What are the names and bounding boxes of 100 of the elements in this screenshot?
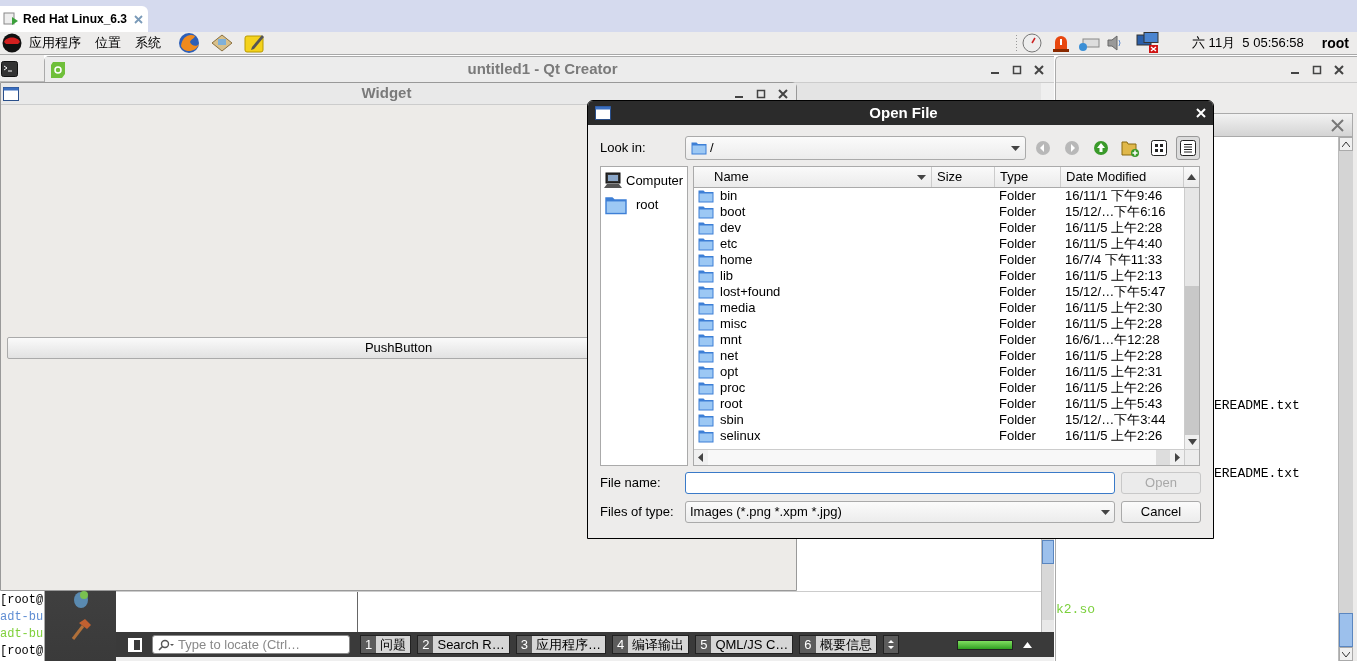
scroll-up-icon[interactable] (1342, 141, 1350, 147)
terminal-line: adt-bu (0, 626, 44, 643)
table-cell-text: 15/12/…下午3:44 (1064, 411, 1167, 429)
folder-icon (698, 221, 714, 235)
table-cell-text: 16/11/5 上午2:26 (1064, 379, 1164, 397)
terminal-line: [root@ (0, 592, 44, 609)
place-item[interactable]: root (604, 194, 684, 215)
clock[interactable]: 六 11月 5 05:56:58 (1192, 33, 1304, 53)
table-cell-text: 16/6/1…午12:28 (1064, 331, 1161, 349)
maximize-icon[interactable] (756, 88, 766, 99)
sort-caret-icon (917, 174, 926, 180)
table-cell-text: Folder (998, 299, 1037, 318)
menu-item[interactable]: 位置 (95, 33, 121, 53)
output-tab[interactable]: 3 应用程序… (515, 635, 606, 654)
console-line: EREADME.txt (1214, 397, 1300, 414)
folder-icon (698, 301, 714, 315)
look-in-dropdown[interactable]: / (685, 136, 1026, 160)
maximize-icon[interactable] (1012, 64, 1022, 75)
folder-icon (698, 365, 714, 379)
menu-item[interactable]: 应用程序 (29, 33, 81, 53)
table-cell-text: Folder (998, 363, 1037, 382)
table-cell-text: 16/11/5 上午4:40 (1064, 235, 1164, 253)
output-tab[interactable]: 6 概要信息 (799, 635, 877, 654)
browser-tab[interactable]: Red Hat Linux_6.3 (0, 6, 148, 32)
search-icon (157, 638, 175, 651)
progress-bar (957, 639, 1013, 650)
table-cell-text: 16/11/5 上午2:28 (1064, 315, 1164, 333)
alarm-icon[interactable] (1051, 33, 1071, 53)
gauge-icon[interactable] (1022, 33, 1042, 53)
console-line: k2.so (1056, 601, 1095, 618)
terminal-icon[interactable] (1, 61, 18, 77)
output-tab[interactable]: 1 问题 (360, 635, 412, 654)
table-cell-text: 16/11/5 上午2:26 (1064, 427, 1164, 446)
close-icon[interactable] (1034, 64, 1044, 75)
table-cell-text: 16/11/5 上午2:13 (1064, 267, 1164, 285)
list-view-icon[interactable] (1176, 136, 1200, 160)
file-name-field[interactable] (685, 472, 1115, 494)
folder-icon (698, 413, 714, 427)
output-tab[interactable]: 4 编译输出 (611, 635, 690, 654)
scroll-thumb[interactable] (1339, 613, 1353, 647)
folder-icon (604, 194, 628, 215)
scroll-down-icon[interactable] (1342, 651, 1350, 657)
table-cell-text: Folder (998, 331, 1037, 350)
column-header[interactable]: Type (995, 167, 1061, 187)
network-offline-icon[interactable] (1136, 32, 1160, 54)
cancel-button[interactable]: Cancel (1121, 501, 1201, 523)
table-cell-text: Folder (998, 251, 1037, 270)
folder-icon (698, 285, 714, 299)
caret-up-icon[interactable] (1023, 641, 1032, 648)
output-tab[interactable]: 2 Search R… (417, 635, 510, 654)
window-title: Widget (360, 83, 413, 104)
notes-icon[interactable] (244, 33, 266, 53)
sidebar-toggle-icon[interactable] (128, 637, 142, 652)
vm-icon (3, 11, 19, 27)
scroll-corner (1184, 450, 1199, 465)
dialog-title: Open File (868, 102, 939, 123)
column-header[interactable]: Date Modified (1061, 167, 1184, 187)
scrollbar[interactable] (1184, 188, 1199, 449)
maximize-icon[interactable] (1312, 64, 1322, 75)
search-field[interactable]: Type to locate (Ctrl… (152, 635, 350, 654)
folder-icon (698, 397, 714, 411)
folder-icon (698, 429, 714, 443)
caret-down-icon (1011, 145, 1020, 151)
terminal-line: [root@ (0, 643, 44, 660)
output-tab[interactable]: 5 QML/JS C… (695, 635, 794, 654)
column-header[interactable]: Size (932, 167, 995, 187)
folder-icon (698, 349, 714, 363)
column-header[interactable]: Name (694, 167, 932, 187)
table-cell-text: 16/11/5 上午2:28 (1064, 219, 1164, 237)
scroll-down-icon[interactable] (1187, 439, 1197, 445)
scroll-thumb[interactable] (1156, 450, 1170, 465)
hat-logo-icon[interactable] (1, 33, 23, 53)
image-viewer-icon[interactable] (210, 33, 234, 53)
table-cell-text: Folder (998, 315, 1037, 334)
table-cell-text: Folder (998, 188, 1037, 206)
close-icon[interactable] (1334, 64, 1344, 75)
table-cell-text: 15/12/…下午6:16 (1064, 203, 1167, 221)
close-icon[interactable] (778, 88, 788, 99)
window-icon (595, 106, 611, 120)
scrollbar[interactable] (694, 449, 1199, 465)
scroll-up-icon[interactable] (1187, 174, 1196, 180)
file-type-dropdown[interactable]: Images (*.png *.xpm *.jpg) (685, 501, 1115, 523)
field-label: Files of type: (600, 503, 675, 522)
qt-logo-icon (51, 61, 65, 78)
browser-icon[interactable] (177, 32, 201, 54)
scrollbar[interactable] (1338, 137, 1353, 661)
table-cell-text: Folder (998, 347, 1037, 366)
computer-icon (604, 172, 622, 190)
up-down-icon[interactable] (882, 635, 899, 654)
scroll-thumb[interactable] (1185, 286, 1199, 435)
folder-icon (691, 141, 707, 155)
table-cell-text: 16/11/5 上午5:43 (1064, 395, 1164, 413)
window-icon (3, 86, 19, 101)
place-item[interactable]: Computer (604, 171, 684, 191)
speaker-icon[interactable] (1106, 34, 1122, 52)
table-cell-text: Folder (998, 411, 1037, 430)
scroll-thumb[interactable] (1042, 540, 1054, 564)
table-cell-text: 16/11/5 上午2:28 (1064, 347, 1164, 365)
menu-item[interactable]: 系统 (135, 33, 161, 53)
user-name[interactable]: root (1321, 32, 1349, 54)
